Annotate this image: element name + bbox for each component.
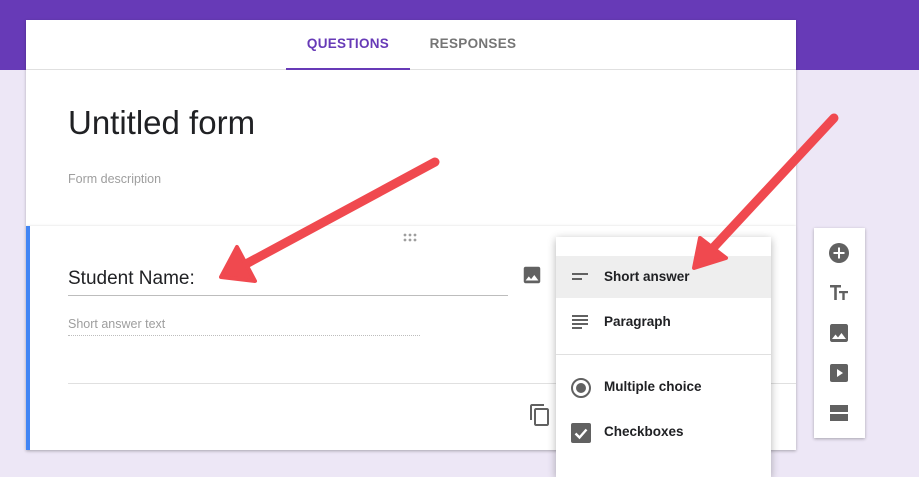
add-question-icon[interactable] <box>827 241 851 265</box>
checkbox-icon <box>571 423 591 443</box>
menu-separator <box>556 354 771 355</box>
drag-handle-icon[interactable] <box>402 233 420 243</box>
tab-responses[interactable]: RESPONSES <box>418 20 528 69</box>
tab-questions[interactable]: QUESTIONS <box>286 20 410 70</box>
short-answer-preview: Short answer text <box>68 317 420 336</box>
tab-bar: QUESTIONS RESPONSES <box>26 20 796 70</box>
duplicate-icon[interactable] <box>528 403 552 427</box>
question-title-input[interactable]: Student Name: <box>68 268 508 296</box>
question-type-menu: Short answer Paragraph Multiple choice C… <box>556 237 771 477</box>
tab-questions-label: QUESTIONS <box>306 36 390 51</box>
short-answer-icon <box>572 273 588 280</box>
menu-item-label: Multiple choice <box>604 379 702 394</box>
form-header-card: QUESTIONS RESPONSES Untitled form Form d… <box>26 20 796 226</box>
add-section-icon[interactable] <box>827 401 851 425</box>
menu-item-short-answer[interactable]: Short answer <box>556 256 771 298</box>
paragraph-icon <box>572 315 588 329</box>
add-image-icon[interactable] <box>521 264 543 286</box>
radio-button-icon <box>571 378 591 398</box>
form-title-input[interactable]: Untitled form <box>68 104 255 142</box>
tab-responses-label: RESPONSES <box>429 36 517 51</box>
add-video-icon[interactable] <box>827 361 851 385</box>
active-tab-indicator <box>286 68 410 70</box>
add-title-icon[interactable] <box>827 281 851 305</box>
menu-item-checkboxes[interactable]: Checkboxes <box>556 411 771 453</box>
menu-item-label: Checkboxes <box>604 424 684 439</box>
menu-item-paragraph[interactable]: Paragraph <box>556 301 771 343</box>
menu-item-label: Short answer <box>604 269 690 284</box>
menu-item-multiple-choice[interactable]: Multiple choice <box>556 366 771 408</box>
active-question-indicator <box>26 226 30 450</box>
menu-item-label: Paragraph <box>604 314 671 329</box>
add-image-icon[interactable] <box>827 321 851 345</box>
form-description-input[interactable]: Form description <box>68 172 161 186</box>
side-toolbar <box>814 228 865 438</box>
